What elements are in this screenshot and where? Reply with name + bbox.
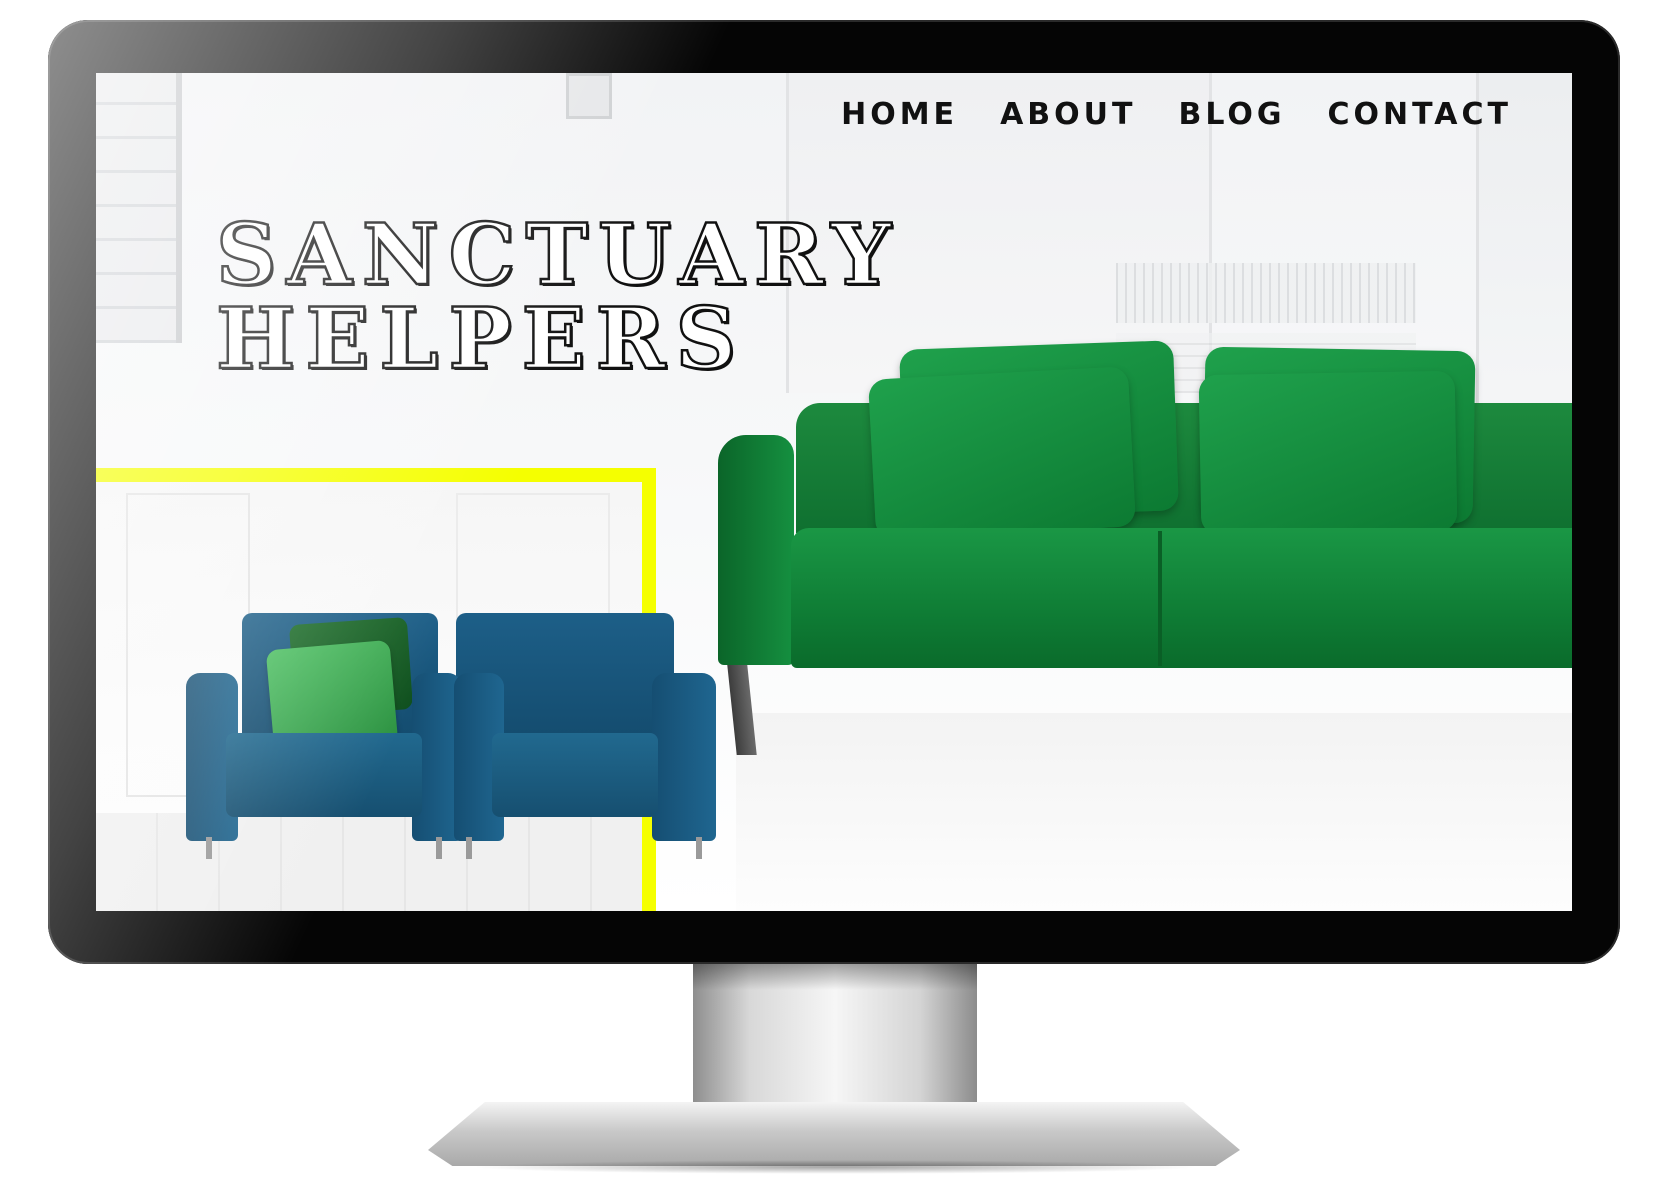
main-navigation: HOME ABOUT BLOG CONTACT: [841, 97, 1512, 132]
chair-leg: [436, 837, 442, 859]
site-title: SANCTUARY HELPERS: [215, 205, 902, 388]
monitor-stand-base: [428, 1102, 1240, 1166]
nav-blog-link[interactable]: BLOG: [1178, 97, 1285, 132]
blue-chair-arm: [652, 673, 716, 841]
nav-contact-link[interactable]: CONTACT: [1328, 97, 1512, 132]
wood-floor: [96, 813, 642, 911]
green-pillow: [867, 366, 1137, 540]
green-sofa-arm: [718, 435, 794, 665]
chair-leg: [466, 837, 472, 859]
blue-chair-seat: [492, 733, 658, 817]
monitor-mockup: HOME ABOUT BLOG CONTACT SANCTUARY HELPER…: [0, 0, 1660, 1180]
nav-about-link[interactable]: ABOUT: [1000, 97, 1136, 132]
site-title-line-2: HELPERS: [215, 289, 747, 388]
background-rack: [1116, 263, 1416, 323]
sofa-leg: [727, 665, 757, 755]
sofa-cushion-divider: [1158, 531, 1162, 666]
yellow-frame-top: [96, 468, 656, 482]
room-floor: [736, 713, 1572, 911]
chair-leg: [206, 837, 212, 859]
blue-chair-seat: [226, 733, 422, 817]
background-window: [96, 73, 182, 343]
nav-home-link[interactable]: HOME: [841, 97, 958, 132]
stand-shadow: [693, 964, 977, 990]
base-shadow: [470, 1160, 1200, 1174]
chair-leg: [696, 837, 702, 859]
website-screen: HOME ABOUT BLOG CONTACT SANCTUARY HELPER…: [96, 73, 1572, 911]
green-pillow: [1198, 370, 1458, 536]
site-title-line-1: SANCTUARY: [215, 205, 902, 304]
green-sofa-seat: [791, 528, 1572, 668]
background-window-pane: [566, 73, 612, 119]
